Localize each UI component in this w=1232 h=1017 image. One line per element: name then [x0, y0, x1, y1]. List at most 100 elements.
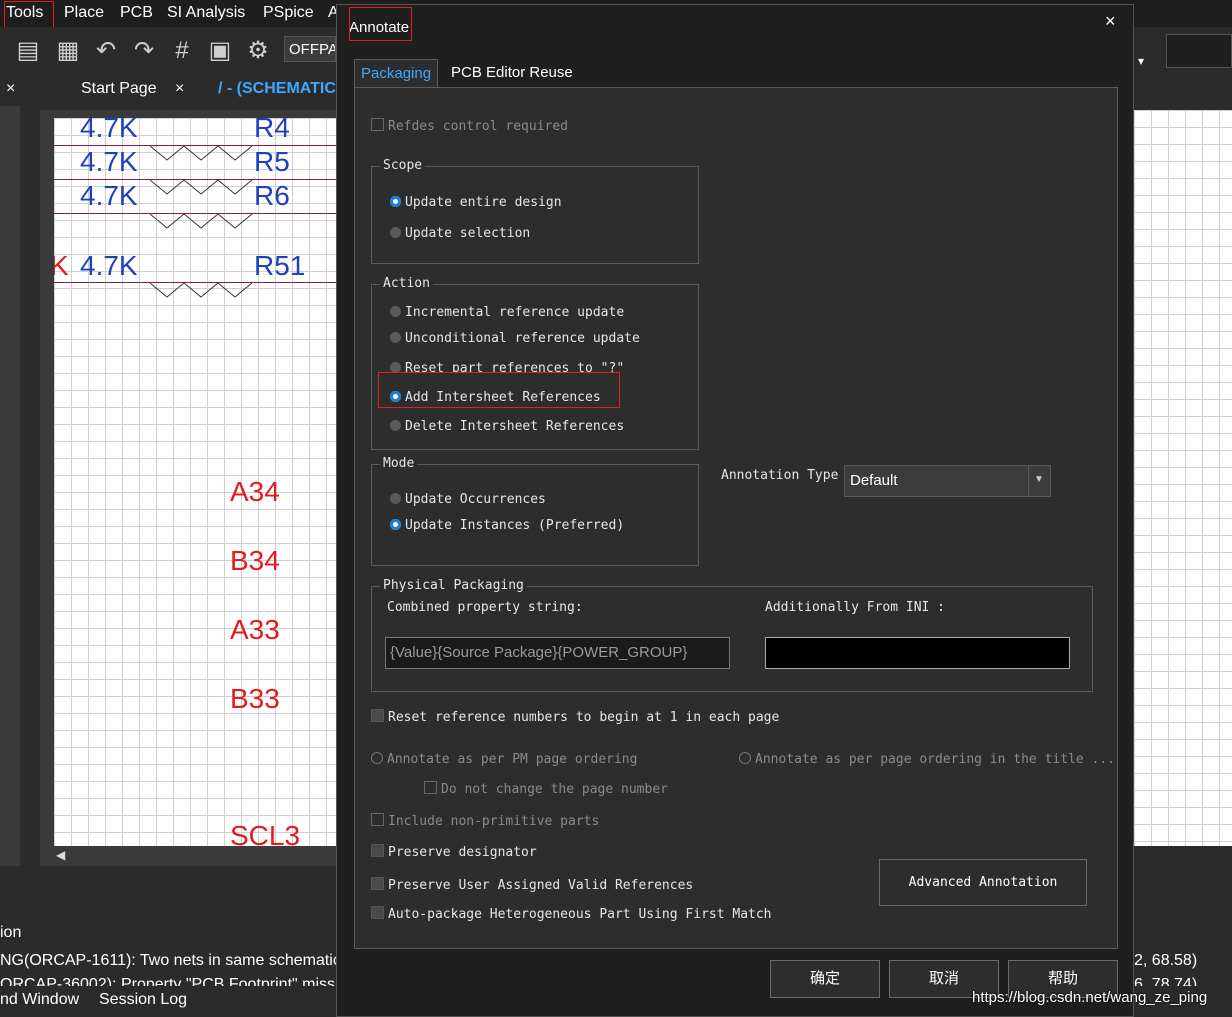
- packaging-panel: Refdes control required Scope Update ent…: [354, 87, 1118, 949]
- annotate-dialog: Annotate × Packaging PCB Editor Reuse Re…: [336, 4, 1134, 1017]
- tab-pcb-editor-reuse[interactable]: PCB Editor Reuse: [445, 59, 579, 87]
- resistor-value: 4.7K: [80, 180, 138, 211]
- document-icon[interactable]: ▤: [14, 37, 42, 65]
- menu-pspice[interactable]: PSpice: [263, 4, 314, 22]
- refdes-checkbox[interactable]: Refdes control required: [371, 118, 568, 134]
- radio-incremental-update[interactable]: Incremental reference update: [390, 305, 624, 320]
- radio-icon: [371, 752, 383, 764]
- scroll-left-icon[interactable]: ◀: [56, 848, 65, 862]
- radio-icon: [390, 306, 401, 317]
- resistor-value: 4.7K: [80, 250, 138, 281]
- resistor-ref: R4: [254, 118, 290, 143]
- physical-packaging-group: Physical Packaging Combined property str…: [371, 578, 1093, 692]
- reset-numbers-checkbox[interactable]: Reset reference numbers to begin at 1 in…: [371, 709, 779, 725]
- close-icon[interactable]: ×: [1105, 11, 1116, 32]
- resistor-symbols: [150, 145, 253, 298]
- net-label: A33: [230, 614, 280, 645]
- net-label: A34: [230, 476, 280, 507]
- preserve-designator-checkbox[interactable]: Preserve designator: [371, 844, 537, 860]
- radio-icon: [390, 332, 401, 343]
- output-header: ion: [0, 924, 22, 941]
- toolbar-field[interactable]: [1166, 34, 1232, 68]
- annotation-type-select[interactable]: Default ▼: [844, 465, 1051, 497]
- menu-si-analysis[interactable]: SI Analysis: [167, 4, 245, 22]
- close-icon[interactable]: ×: [6, 80, 15, 98]
- scope-legend: Scope: [380, 158, 426, 173]
- ini-input[interactable]: [765, 637, 1070, 669]
- resistor-value: 4.7K: [80, 118, 138, 143]
- menu-tools[interactable]: Tools: [6, 4, 43, 22]
- preserve-user-checkbox[interactable]: Preserve User Assigned Valid References: [371, 877, 693, 893]
- mode-legend: Mode: [380, 456, 418, 471]
- ini-label: Additionally From INI :: [765, 600, 946, 615]
- close-icon[interactable]: ×: [175, 80, 184, 98]
- scope-group: Scope Update entire design Update select…: [371, 158, 699, 264]
- checkbox-icon: [371, 118, 384, 131]
- radio-selected-icon: [390, 196, 401, 207]
- physical-legend: Physical Packaging: [380, 578, 527, 593]
- tab-session-log[interactable]: Session Log: [99, 991, 187, 1009]
- coords-readout: 2, 68.58): [1134, 952, 1198, 969]
- resistor-ref: R6: [254, 180, 290, 211]
- checkbox-icon: [371, 709, 384, 722]
- no-change-page-checkbox[interactable]: Do not change the page number: [424, 781, 668, 797]
- resistor-ref: R5: [254, 146, 290, 177]
- place-part-icon[interactable]: ⚙: [244, 37, 272, 65]
- checkbox-icon: [371, 906, 384, 919]
- left-panel: [0, 106, 20, 866]
- paste-icon[interactable]: ▦: [54, 37, 82, 65]
- checkbox-icon: [371, 813, 384, 826]
- auto-package-checkbox[interactable]: Auto-package Heterogeneous Part Using Fi…: [371, 906, 772, 922]
- radio-annotate-title[interactable]: Annotate as per page ordering in the tit…: [739, 752, 1115, 767]
- radio-update-instances[interactable]: Update Instances (Preferred): [390, 518, 624, 533]
- annotation-type-label: Annotation Type: [721, 468, 839, 483]
- radio-annotate-pm[interactable]: Annotate as per PM page ordering: [371, 752, 637, 767]
- schematic-canvas-right[interactable]: [1134, 110, 1232, 846]
- grid-icon[interactable]: #: [168, 37, 196, 65]
- tab-start-page[interactable]: Start Page: [81, 80, 157, 98]
- tab-packaging[interactable]: Packaging: [354, 59, 439, 88]
- menu-place[interactable]: Place: [64, 4, 104, 22]
- action-legend: Action: [380, 276, 433, 291]
- non-primitive-checkbox[interactable]: Include non-primitive parts: [371, 813, 599, 829]
- radio-update-selection[interactable]: Update selection: [390, 226, 530, 241]
- undo-icon[interactable]: ↶: [92, 37, 120, 65]
- schematic-canvas[interactable]: 4.7K R4 4.7K R5 4.7K R6 K 4.7K R51 A34 B…: [54, 118, 336, 846]
- tab-command-window[interactable]: nd Window: [0, 991, 79, 1009]
- resistor-value-partial: K: [54, 250, 69, 281]
- log-line: ORCAP-36002): Property "PCB Footprint" m…: [0, 976, 339, 986]
- chevron-down-icon: ▼: [1034, 474, 1044, 485]
- resistor-ref: R51: [254, 250, 306, 281]
- radio-add-intersheet-references[interactable]: Add Intersheet References: [390, 390, 601, 405]
- radio-update-entire-design[interactable]: Update entire design: [390, 195, 562, 210]
- dialog-title: Annotate: [349, 19, 410, 36]
- watermark: https://blog.csdn.net/wang_ze_ping: [972, 989, 1208, 1006]
- resistor-value: 4.7K: [80, 146, 138, 177]
- advanced-annotation-button[interactable]: Advanced Annotation: [879, 859, 1087, 906]
- redo-icon[interactable]: ↷: [130, 37, 158, 65]
- offpage-combo[interactable]: OFFPA: [284, 36, 336, 62]
- radio-icon: [390, 493, 401, 504]
- checkbox-icon: [371, 844, 384, 857]
- mode-group: Mode Update Occurrences Update Instances…: [371, 456, 699, 566]
- radio-icon: [739, 752, 751, 764]
- checkbox-icon: [424, 781, 437, 794]
- combined-property-input[interactable]: {Value}{Source Package}{POWER_GROUP}: [385, 637, 730, 669]
- radio-delete-intersheet-references[interactable]: Delete Intersheet References: [390, 419, 624, 434]
- radio-unconditional-update[interactable]: Unconditional reference update: [390, 331, 640, 346]
- checkbox-icon: [371, 877, 384, 890]
- net-label: B34: [230, 545, 280, 576]
- log-line: NG(ORCAP-1611): Two nets in same schemat…: [0, 952, 341, 969]
- combined-property-label: Combined property string:: [387, 600, 583, 615]
- ok-button[interactable]: 确定: [770, 960, 880, 998]
- action-group: Action Incremental reference update Unco…: [371, 276, 699, 450]
- tab-schematic[interactable]: / - (SCHEMATIC: [218, 80, 336, 98]
- radio-selected-icon: [390, 519, 401, 530]
- horizontal-scrollbar[interactable]: ◀: [54, 846, 336, 866]
- radio-reset-references[interactable]: Reset part references to "?": [390, 361, 624, 372]
- radio-update-occurrences[interactable]: Update Occurrences: [390, 492, 546, 507]
- menu-pcb[interactable]: PCB: [120, 4, 153, 22]
- net-label: B33: [230, 683, 280, 714]
- select-area-icon[interactable]: ▣: [206, 37, 234, 65]
- toolbar-dropdown-icon[interactable]: ▾: [1138, 54, 1144, 68]
